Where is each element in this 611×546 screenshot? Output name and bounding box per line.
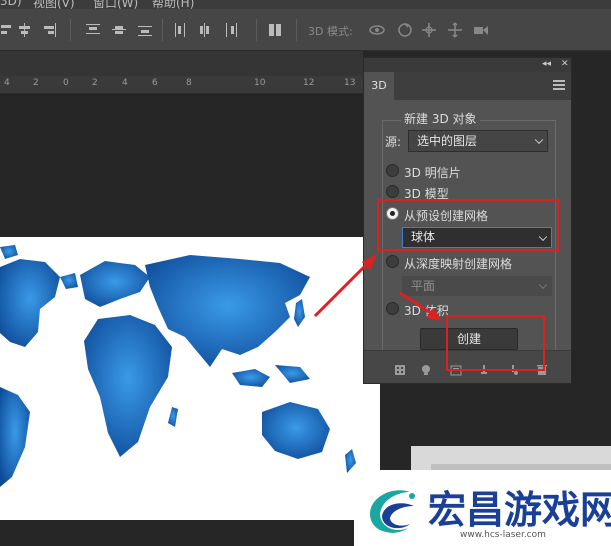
horizontal-ruler: 4 2 0 2 4 6 8 10 12 13 [0, 76, 363, 94]
watermark-title: 宏昌游戏网 [428, 488, 611, 532]
light-bulb-icon[interactable] [420, 361, 432, 375]
depth-select-value: 平面 [411, 279, 436, 293]
ruler-number: 2 [92, 78, 98, 88]
ruler-number: 8 [186, 78, 192, 88]
pan-3d-icon[interactable] [420, 21, 438, 39]
panel-tab-bar: 3D [364, 72, 571, 100]
panel-titlebar: ◂◂ ✕ [364, 58, 571, 72]
separator [296, 19, 297, 41]
separator [256, 19, 257, 41]
highlight-preset-box [377, 199, 559, 251]
orbit-3d-icon[interactable] [368, 21, 386, 39]
watermark-banner: 宏昌游戏网 www.hcs-laser.com [354, 470, 611, 546]
highlight-create-box [446, 315, 545, 371]
watermark-url: www.hcs-laser.com [460, 530, 546, 540]
option-label: 3D 明信片 [404, 166, 461, 180]
option-label: 3D 体积 [404, 304, 449, 318]
option-label: 从深度映射创建网格 [404, 257, 513, 271]
radio-mesh-from-depth-map[interactable] [386, 255, 399, 268]
ruler-number: 10 [254, 78, 266, 88]
source-select[interactable]: 选中的图层 [408, 130, 548, 152]
ruler-number: 2 [33, 78, 39, 88]
source-select-value: 选中的图层 [417, 134, 478, 148]
options-bar: 3D 模式: [0, 9, 611, 51]
panel-menu-icon[interactable] [553, 80, 565, 90]
chevron-down-icon [538, 280, 548, 290]
document-tab-strip [0, 51, 363, 76]
ruler-number: 12 [303, 78, 315, 88]
menu-help[interactable]: 帮助(H) [152, 0, 194, 9]
roll-3d-icon[interactable] [396, 21, 414, 39]
ruler-number: 0 [63, 78, 69, 88]
distribute-left-icon[interactable] [172, 21, 190, 39]
chevron-down-icon [534, 135, 544, 145]
collapse-icon[interactable]: ◂◂ [542, 59, 551, 69]
radio-3d-model[interactable] [386, 185, 399, 198]
watermark-logo [370, 490, 415, 533]
ruler-number: 6 [152, 78, 158, 88]
tab-3d[interactable]: 3D [364, 72, 394, 100]
3d-mode-label: 3D 模式: [308, 25, 353, 38]
menu-window[interactable]: 窗口(W) [93, 0, 138, 9]
scene-icon[interactable] [394, 361, 406, 375]
radio-3d-volume[interactable] [386, 302, 399, 315]
menu-bar: 3D) 视图(V) 窗口(W) 帮助(H) [0, 0, 611, 9]
scale-3d-icon[interactable] [472, 21, 490, 39]
menu-3d[interactable]: 3D) [0, 0, 22, 8]
ruler-number: 13 [344, 78, 356, 88]
source-label: 源: [385, 135, 402, 149]
document-canvas[interactable] [0, 237, 380, 520]
slide-3d-icon[interactable] [446, 21, 464, 39]
world-map-image [0, 245, 356, 487]
close-icon[interactable]: ✕ [561, 59, 569, 69]
distribute-bottom-icon[interactable] [136, 21, 154, 39]
radio-3d-postcard[interactable] [386, 164, 399, 177]
menu-view[interactable]: 视图(V) [33, 0, 75, 9]
align-hcenter-icon[interactable] [16, 21, 34, 39]
auto-align-icon[interactable] [266, 21, 284, 39]
ruler-number: 4 [4, 78, 10, 88]
distribute-hcenter-icon[interactable] [196, 21, 214, 39]
separator [70, 19, 71, 41]
depth-map-select: 平面 [402, 276, 552, 296]
distribute-right-icon[interactable] [222, 21, 240, 39]
distribute-vcenter-icon[interactable] [110, 21, 128, 39]
group-title: 新建 3D 对象 [401, 110, 480, 127]
separator [162, 19, 163, 41]
ruler-number: 4 [122, 78, 128, 88]
distribute-top-icon[interactable] [84, 21, 102, 39]
align-right-icon[interactable] [40, 21, 58, 39]
